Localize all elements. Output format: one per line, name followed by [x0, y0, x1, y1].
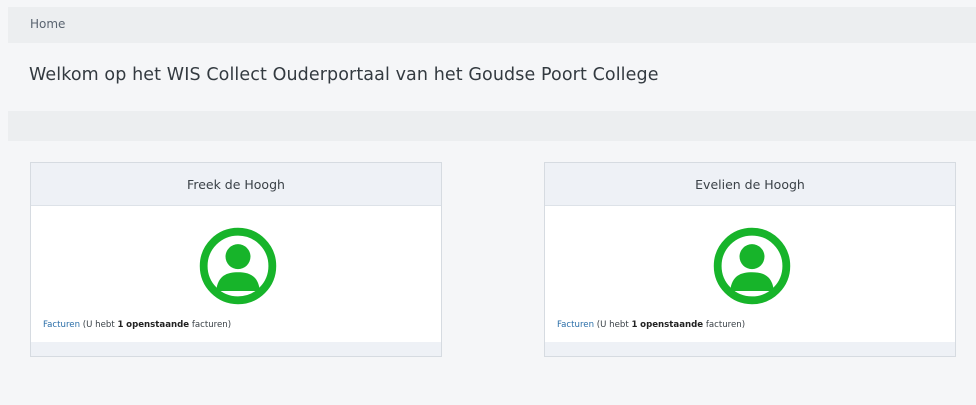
page-header: Welkom op het WIS Collect Ouderportaal v… [8, 43, 976, 111]
student-name: Freek de Hoogh [31, 163, 441, 206]
breadcrumb: Home [8, 7, 976, 43]
user-circle-icon [713, 227, 791, 305]
invoice-status-suffix: facturen) [705, 320, 746, 330]
invoices-link[interactable]: Facturen [43, 320, 80, 330]
student-card: Evelien de Hoogh Facturen (U hebt 1 open… [544, 162, 956, 357]
section-divider-band [8, 111, 976, 141]
student-card-body: Facturen (U hebt 1 openstaande facturen) [31, 206, 441, 342]
invoices-link[interactable]: Facturen [557, 320, 594, 330]
user-circle-icon [199, 227, 277, 305]
breadcrumb-home-link[interactable]: Home [30, 17, 65, 31]
student-cards-area: Freek de Hoogh Facturen (U hebt 1 openst… [8, 141, 976, 405]
invoice-status-prefix: (U hebt [82, 320, 115, 330]
invoice-status: Facturen (U hebt 1 openstaande facturen) [557, 320, 745, 330]
open-invoice-count: 1 [631, 320, 638, 330]
page-title: Welkom op het WIS Collect Ouderportaal v… [29, 65, 659, 85]
open-invoice-count: 1 [117, 320, 124, 330]
open-invoice-word: openstaande [640, 320, 704, 330]
invoice-status-prefix: (U hebt [596, 320, 629, 330]
card-footer-band [545, 342, 955, 356]
invoice-status-suffix: facturen) [191, 320, 232, 330]
invoice-status: Facturen (U hebt 1 openstaande facturen) [43, 320, 231, 330]
student-card-body: Facturen (U hebt 1 openstaande facturen) [545, 206, 955, 342]
student-name: Evelien de Hoogh [545, 163, 955, 206]
open-invoice-word: openstaande [126, 320, 190, 330]
page: Home Welkom op het WIS Collect Ouderport… [0, 0, 976, 405]
card-footer-band [31, 342, 441, 356]
student-card: Freek de Hoogh Facturen (U hebt 1 openst… [30, 162, 442, 357]
